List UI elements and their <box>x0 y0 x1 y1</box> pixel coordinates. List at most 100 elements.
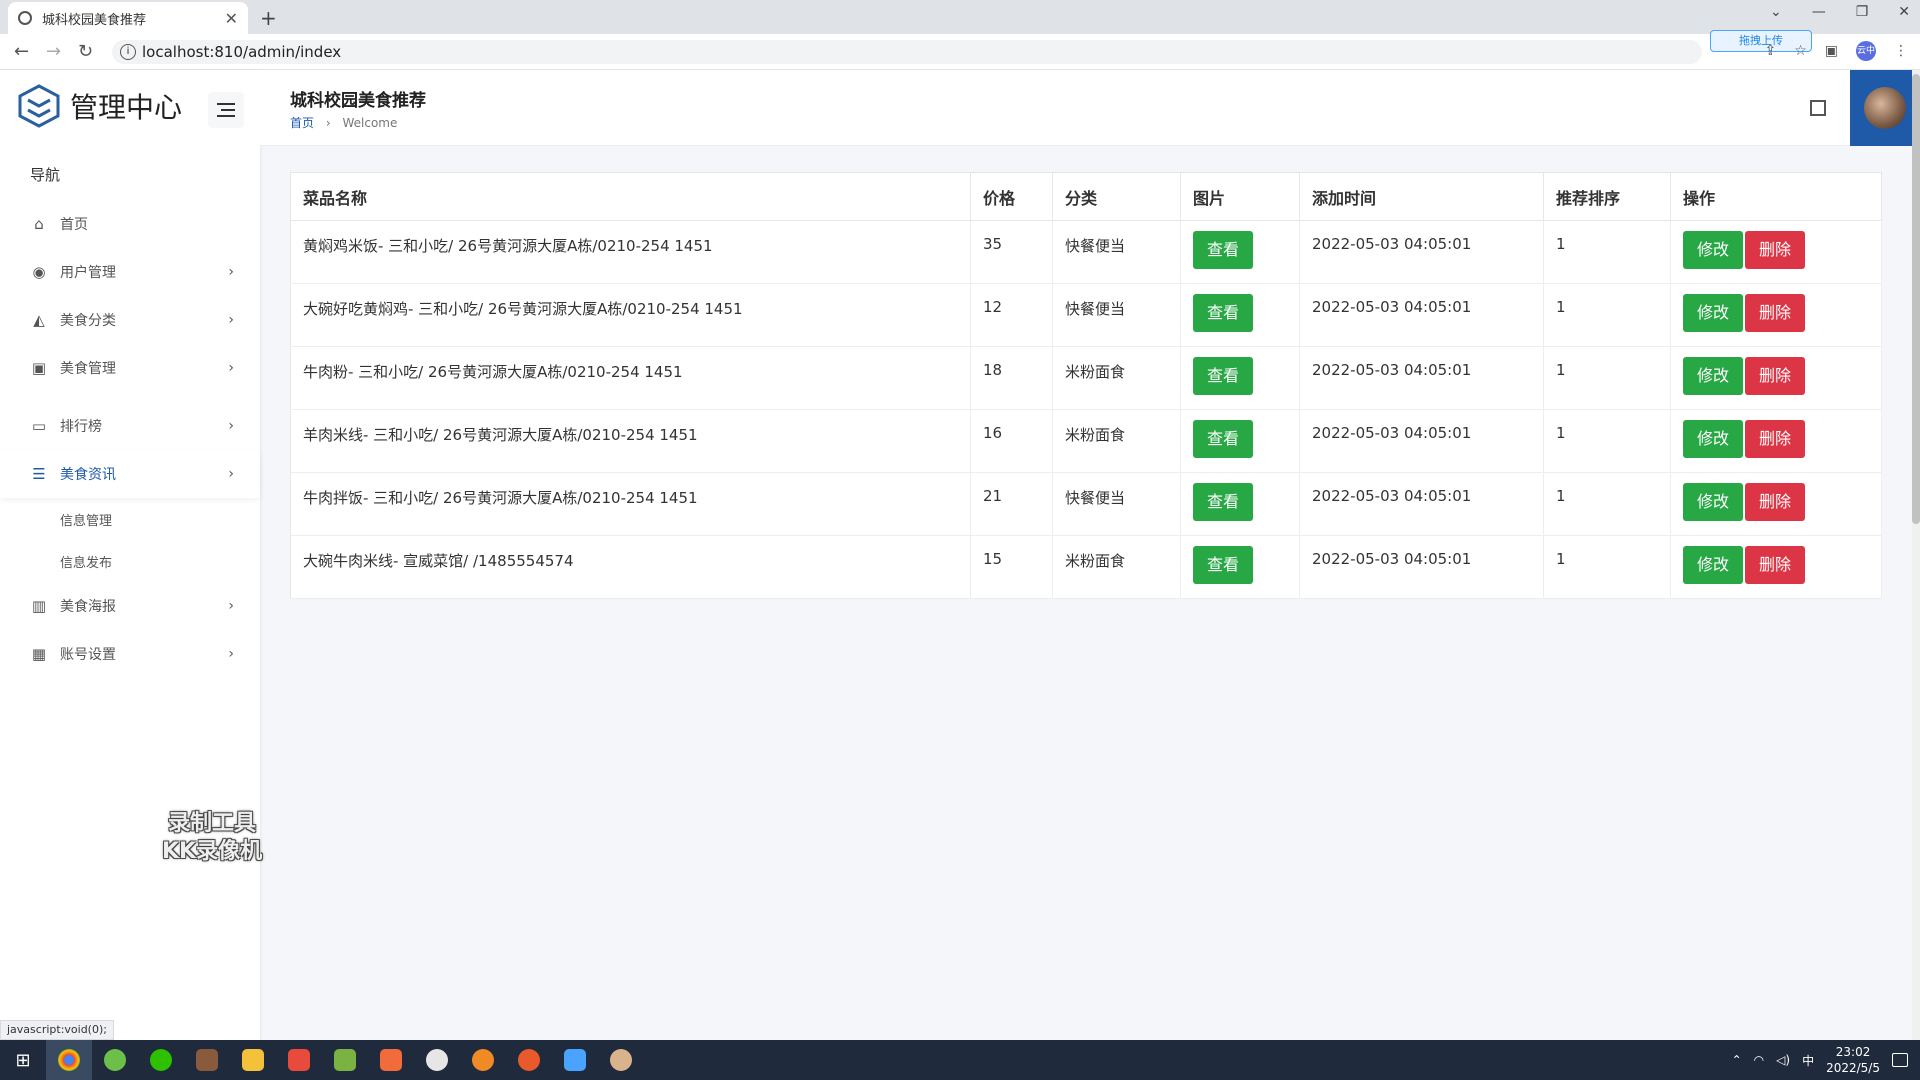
user-avatar-button[interactable] <box>1850 70 1920 146</box>
delete-button[interactable]: 删除 <box>1745 357 1806 395</box>
view-button[interactable]: 查看 <box>1193 231 1254 269</box>
tray-expand-icon[interactable]: ⌃ <box>1732 1053 1742 1067</box>
sidebar-item-food-manage[interactable]: ▣ 美食管理 › <box>0 344 260 392</box>
bookmark-icon[interactable]: ☆ <box>1794 43 1807 59</box>
app-taskbar-icon[interactable] <box>92 1040 138 1080</box>
sidebar-item-food-poster[interactable]: ▥ 美食海报 › <box>0 582 260 630</box>
page-header: 城科校园美食推荐 首页 › Welcome <box>260 70 1920 146</box>
user-icon: ◉ <box>32 263 46 281</box>
browser-tabbar: 城科校园美食推荐 ✕ + ⌄ — ❐ ✕ <box>0 0 1920 34</box>
sidebar-item-food-category[interactable]: ◭ 美食分类 › <box>0 296 260 344</box>
edit-button[interactable]: 修改 <box>1683 357 1744 395</box>
app-taskbar-icon[interactable] <box>368 1040 414 1080</box>
more-menu-icon[interactable]: ⋮ <box>1894 43 1908 59</box>
breadcrumb-home-link[interactable]: 首页 <box>290 116 314 130</box>
sidebar-item-label: 用户管理 <box>60 265 116 281</box>
minimize-button[interactable]: — <box>1812 4 1826 20</box>
avatar <box>1864 87 1906 129</box>
info-icon[interactable]: i <box>120 44 136 60</box>
view-button[interactable]: 查看 <box>1193 294 1254 332</box>
delete-button[interactable]: 删除 <box>1745 420 1806 458</box>
close-icon[interactable]: ✕ <box>225 9 238 28</box>
share-icon[interactable]: ⇪ <box>1764 43 1776 59</box>
sidebar-item-users[interactable]: ◉ 用户管理 › <box>0 248 260 296</box>
sidebar-subitem-info-manage[interactable]: 信息管理 <box>0 498 260 540</box>
new-tab-button[interactable]: + <box>260 6 277 30</box>
window-close-button[interactable]: ✕ <box>1898 4 1910 20</box>
tab-title: 城科校园美食推荐 <box>42 12 147 28</box>
watermark-line2: KK录像机 <box>162 839 263 864</box>
forward-icon[interactable]: → <box>46 41 61 62</box>
notepad-taskbar-icon[interactable] <box>322 1040 368 1080</box>
profile-avatar[interactable]: 云中 <box>1856 41 1876 61</box>
restore-button[interactable]: ❐ <box>1856 4 1869 20</box>
view-button[interactable]: 查看 <box>1193 483 1254 521</box>
chrome-taskbar-icon[interactable] <box>46 1040 92 1080</box>
volume-icon[interactable]: ◁) <box>1776 1053 1790 1067</box>
chevron-right-icon: › <box>228 360 234 376</box>
clock-date: 2022/5/5 <box>1826 1061 1880 1075</box>
sidebar-subitem-info-publish[interactable]: 信息发布 <box>0 540 260 582</box>
cell-rank: 1 <box>1543 535 1671 599</box>
view-button[interactable]: 查看 <box>1193 546 1254 584</box>
reload-icon[interactable]: ↻ <box>78 41 93 62</box>
edit-button[interactable]: 修改 <box>1683 483 1744 521</box>
cell-image: 查看 <box>1180 535 1300 599</box>
url-bar[interactable]: i localhost:810/admin/index <box>112 40 1702 64</box>
sidebar-item-account-settings[interactable]: ▦ 账号设置 › <box>0 630 260 678</box>
cell-price: 21 <box>970 472 1053 536</box>
watermark-line1: 录制工具 <box>168 811 257 836</box>
sidebar-item-ranking[interactable]: ▭ 排行榜 › <box>0 402 260 450</box>
sidebar-item-label: 美食分类 <box>60 313 116 329</box>
view-button[interactable]: 查看 <box>1193 357 1254 395</box>
wps-taskbar-icon[interactable] <box>276 1040 322 1080</box>
sidebar-item-home[interactable]: ⌂ 首页 <box>0 200 260 248</box>
fullscreen-icon[interactable] <box>1810 100 1826 116</box>
app-taskbar-icon[interactable] <box>184 1040 230 1080</box>
table-row: 黄焖鸡米饭- 三和小吃/ 26号黄河源大厦A栋/0210-254 1451 35… <box>290 220 1882 284</box>
chat-taskbar-icon[interactable] <box>414 1040 460 1080</box>
scrollbar-thumb[interactable] <box>1912 74 1920 524</box>
file-explorer-taskbar-icon[interactable] <box>230 1040 276 1080</box>
cell-price: 12 <box>970 283 1053 347</box>
app-taskbar-icon[interactable] <box>506 1040 552 1080</box>
ranking-icon: ▭ <box>31 417 47 435</box>
table-header-row: 菜品名称 价格 分类 图片 添加时间 推荐排序 操作 <box>290 172 1882 221</box>
wechat-taskbar-icon[interactable] <box>138 1040 184 1080</box>
windows-start-icon[interactable]: ⊞ <box>0 1040 46 1080</box>
table-row: 大碗好吃黄焖鸡- 三和小吃/ 26号黄河源大厦A栋/0210-254 1451 … <box>290 283 1882 347</box>
ime-indicator[interactable]: 中 <box>1802 1052 1814 1069</box>
chevron-right-icon: › <box>228 418 234 434</box>
sidepanel-icon[interactable]: ▣ <box>1825 43 1838 59</box>
browser-tab[interactable]: 城科校园美食推荐 ✕ <box>8 2 248 34</box>
sidebar-item-food-news[interactable]: ☰ 美食资讯 › <box>0 450 260 498</box>
logo: 管理中心 <box>18 84 182 128</box>
chevron-right-icon: › <box>228 646 234 662</box>
edit-button[interactable]: 修改 <box>1683 420 1744 458</box>
favicon-icon <box>18 11 32 25</box>
delete-button[interactable]: 删除 <box>1745 231 1806 269</box>
tab-search-icon[interactable]: ⌄ <box>1770 4 1782 20</box>
chevron-right-icon: › <box>228 264 234 280</box>
menu-toggle-button[interactable] <box>208 92 244 128</box>
app-taskbar-icon[interactable] <box>552 1040 598 1080</box>
cell-actions: 修改 删除 <box>1670 220 1882 284</box>
search-taskbar-icon[interactable] <box>460 1040 506 1080</box>
edit-button[interactable]: 修改 <box>1683 231 1744 269</box>
back-icon[interactable]: ← <box>14 41 29 62</box>
notification-icon[interactable] <box>1892 1053 1908 1067</box>
cell-price: 16 <box>970 409 1053 473</box>
cell-time: 2022-05-03 04:05:01 <box>1299 535 1544 599</box>
app-taskbar-icon[interactable] <box>598 1040 644 1080</box>
edit-button[interactable]: 修改 <box>1683 294 1744 332</box>
edit-button[interactable]: 修改 <box>1683 546 1744 584</box>
delete-button[interactable]: 删除 <box>1745 294 1806 332</box>
cell-price: 18 <box>970 346 1053 410</box>
clock[interactable]: 23:02 2022/5/5 <box>1826 1044 1880 1076</box>
view-button[interactable]: 查看 <box>1193 420 1254 458</box>
wifi-icon[interactable]: ◠ <box>1754 1053 1764 1067</box>
cell-category: 米粉面食 <box>1052 409 1181 473</box>
delete-button[interactable]: 删除 <box>1745 546 1806 584</box>
cell-image: 查看 <box>1180 283 1300 347</box>
delete-button[interactable]: 删除 <box>1745 483 1806 521</box>
